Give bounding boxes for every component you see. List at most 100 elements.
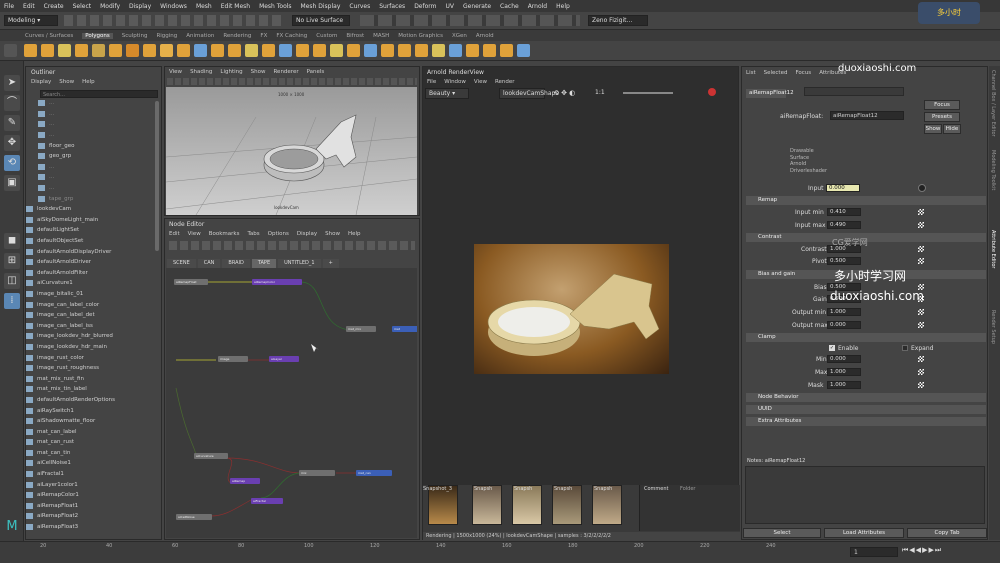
map-icon[interactable] [918, 356, 924, 362]
move-tool-icon[interactable]: ✥ [4, 135, 20, 151]
shelf-tool-icon[interactable] [381, 44, 394, 57]
min-field[interactable]: 0.000 [827, 355, 861, 363]
layout-outliner-icon[interactable]: ⁞ [4, 293, 20, 309]
node-editor-toolbar[interactable] [169, 241, 415, 250]
viewport-menu-item[interactable]: Shading [190, 69, 212, 75]
status-transform-fields[interactable] [360, 15, 580, 26]
shelf-tab[interactable]: XGen [452, 33, 467, 39]
shelf-tab[interactable]: Bifrost [346, 33, 364, 39]
input-connect-icon[interactable] [918, 184, 926, 192]
node-editor-tab[interactable]: TAPE [251, 259, 277, 268]
attribute-editor-tab[interactable]: Selected [764, 70, 788, 76]
expand-checkbox[interactable] [902, 345, 908, 351]
render-view-menu-item[interactable]: Render [495, 79, 515, 85]
node-editor-tab[interactable]: CAN [197, 259, 221, 268]
notes-field[interactable] [745, 466, 985, 524]
outliner-item[interactable]: image_can_label_det [26, 310, 158, 321]
shelf-tool-icon[interactable] [313, 44, 326, 57]
select-button[interactable]: Select [743, 528, 821, 538]
viewport-menu-item[interactable]: Panels [307, 69, 325, 75]
menu-item[interactable]: Display [129, 3, 151, 10]
shelf-tool-icon[interactable] [415, 44, 428, 57]
exposure-slider[interactable] [623, 92, 673, 94]
shelf-tab[interactable]: FX [260, 33, 267, 39]
shelf-tool-icon[interactable] [330, 44, 343, 57]
menu-item[interactable]: Mesh [196, 3, 212, 10]
right-tab[interactable]: Modeling Toolkit [990, 150, 996, 226]
outliner-item[interactable]: mat_can_tin [26, 448, 158, 459]
node-tab[interactable]: aiRemapFloat12 [746, 89, 794, 98]
node-editor-menu-item[interactable]: Help [348, 231, 361, 237]
outliner-item[interactable]: aiRemapFloat1 [26, 501, 158, 512]
aov-select[interactable]: Beauty ▾ [425, 88, 469, 99]
shelf-tool-icon[interactable] [483, 44, 496, 57]
shelf-tool-icon[interactable] [449, 44, 462, 57]
outliner-item[interactable]: lookdevCam [26, 204, 158, 215]
shelf-tool-icon[interactable] [24, 44, 37, 57]
extra-attributes-section[interactable]: Extra Attributes [746, 417, 986, 426]
node-editor-tab[interactable]: SCENE [167, 259, 196, 268]
outliner-item[interactable]: aiCurvature1 [26, 278, 158, 289]
menu-item[interactable]: Surfaces [379, 3, 405, 10]
outliner-item[interactable]: image_rust_color [26, 352, 158, 363]
copy-tab-button[interactable]: Copy Tab [907, 528, 987, 538]
render-controls-icons[interactable]: ⟲ ✥ ◐ [553, 89, 575, 97]
node-editor-menu-item[interactable]: Show [325, 231, 340, 237]
status-tool-icons[interactable] [64, 15, 284, 26]
shelf-tool-icon[interactable] [364, 44, 377, 57]
outliner-item[interactable]: floor_geo [26, 140, 158, 151]
map-icon[interactable] [918, 369, 924, 375]
shelf-tool-icon[interactable] [109, 44, 122, 57]
input-min-field[interactable]: 0.410 [827, 208, 861, 216]
shelf-tab[interactable]: Arnold [476, 33, 494, 39]
map-icon[interactable] [918, 246, 924, 252]
node-editor-menu-item[interactable]: Tabs [247, 231, 259, 237]
outliner-item[interactable]: ... [26, 119, 158, 130]
outliner-item[interactable]: aiShadowmatte_floor [26, 416, 158, 427]
shelf-settings-icon[interactable] [4, 44, 17, 57]
menu-item[interactable]: Edit [23, 3, 35, 10]
shelf-tab[interactable]: Polygons [82, 32, 113, 39]
outliner-search-input[interactable]: Search... [40, 90, 158, 98]
workspace-select[interactable]: Zeno Fizigit... [588, 15, 648, 26]
shelf-tab[interactable]: FX Caching [276, 33, 307, 39]
input-field[interactable]: 0.000 [826, 184, 860, 192]
hide-button[interactable]: Hide [943, 124, 961, 134]
paint-tool-icon[interactable]: ✎ [4, 115, 20, 131]
rotate-tool-icon[interactable]: ⟲ [4, 155, 20, 171]
live-surface-field[interactable]: No Live Surface [292, 15, 350, 26]
outliner-item[interactable]: ... [26, 109, 158, 120]
outliner-item[interactable]: ... [26, 162, 158, 173]
viewport-toolbar[interactable] [167, 78, 417, 85]
menu-item[interactable]: Mesh Display [301, 3, 341, 10]
shelf-tab[interactable]: Custom [316, 33, 337, 39]
shelf-tool-icon[interactable] [92, 44, 105, 57]
shelf-tool-icon[interactable] [160, 44, 173, 57]
show-button[interactable]: Show [924, 124, 942, 134]
shelf-tab[interactable]: Sculpting [122, 33, 148, 39]
node-editor-tab[interactable]: + [322, 259, 339, 268]
outliner-item[interactable]: defaultArnoldFilter [26, 268, 158, 279]
viewport-3d[interactable]: 1000 × 1000 lookdevCam [166, 87, 417, 215]
render-view-menu-item[interactable]: File [427, 79, 436, 85]
menu-item[interactable]: Deform [414, 3, 436, 10]
shelf-tool-icon[interactable] [245, 44, 258, 57]
outliner-item[interactable]: ... [26, 130, 158, 141]
timeline[interactable]: 20 40 60 80 100 120 140 160 180 200 220 240 1 ⏮◀◀▶▶… [0, 541, 1000, 563]
outliner-item[interactable]: aiSkyDomeLight_main [26, 215, 158, 226]
stop-render-icon[interactable] [708, 88, 716, 96]
outliner-item[interactable]: mat_mix_tin_label [26, 384, 158, 395]
map-icon[interactable] [918, 309, 924, 315]
outliner-item[interactable]: image_bitalic_01 [26, 289, 158, 300]
outliner-item[interactable]: defaultArnoldDriver [26, 257, 158, 268]
layout-single-icon[interactable]: ◼ [4, 233, 20, 249]
outliner-item[interactable]: defaultObjectSet [26, 236, 158, 247]
folder-tab[interactable]: Folder [680, 486, 695, 492]
current-frame-field[interactable]: 1 [850, 547, 898, 557]
playback-controls-icons[interactable]: ⏮◀◀▶▶⏭ [902, 546, 942, 555]
presets-button[interactable]: Presets [924, 112, 960, 122]
comment-tab[interactable]: Comment [644, 486, 669, 492]
map-icon[interactable] [918, 322, 924, 328]
menu-set-select[interactable]: Modeling ▾ [4, 15, 58, 26]
outliner-item[interactable]: defaultArnoldRenderOptions [26, 395, 158, 406]
